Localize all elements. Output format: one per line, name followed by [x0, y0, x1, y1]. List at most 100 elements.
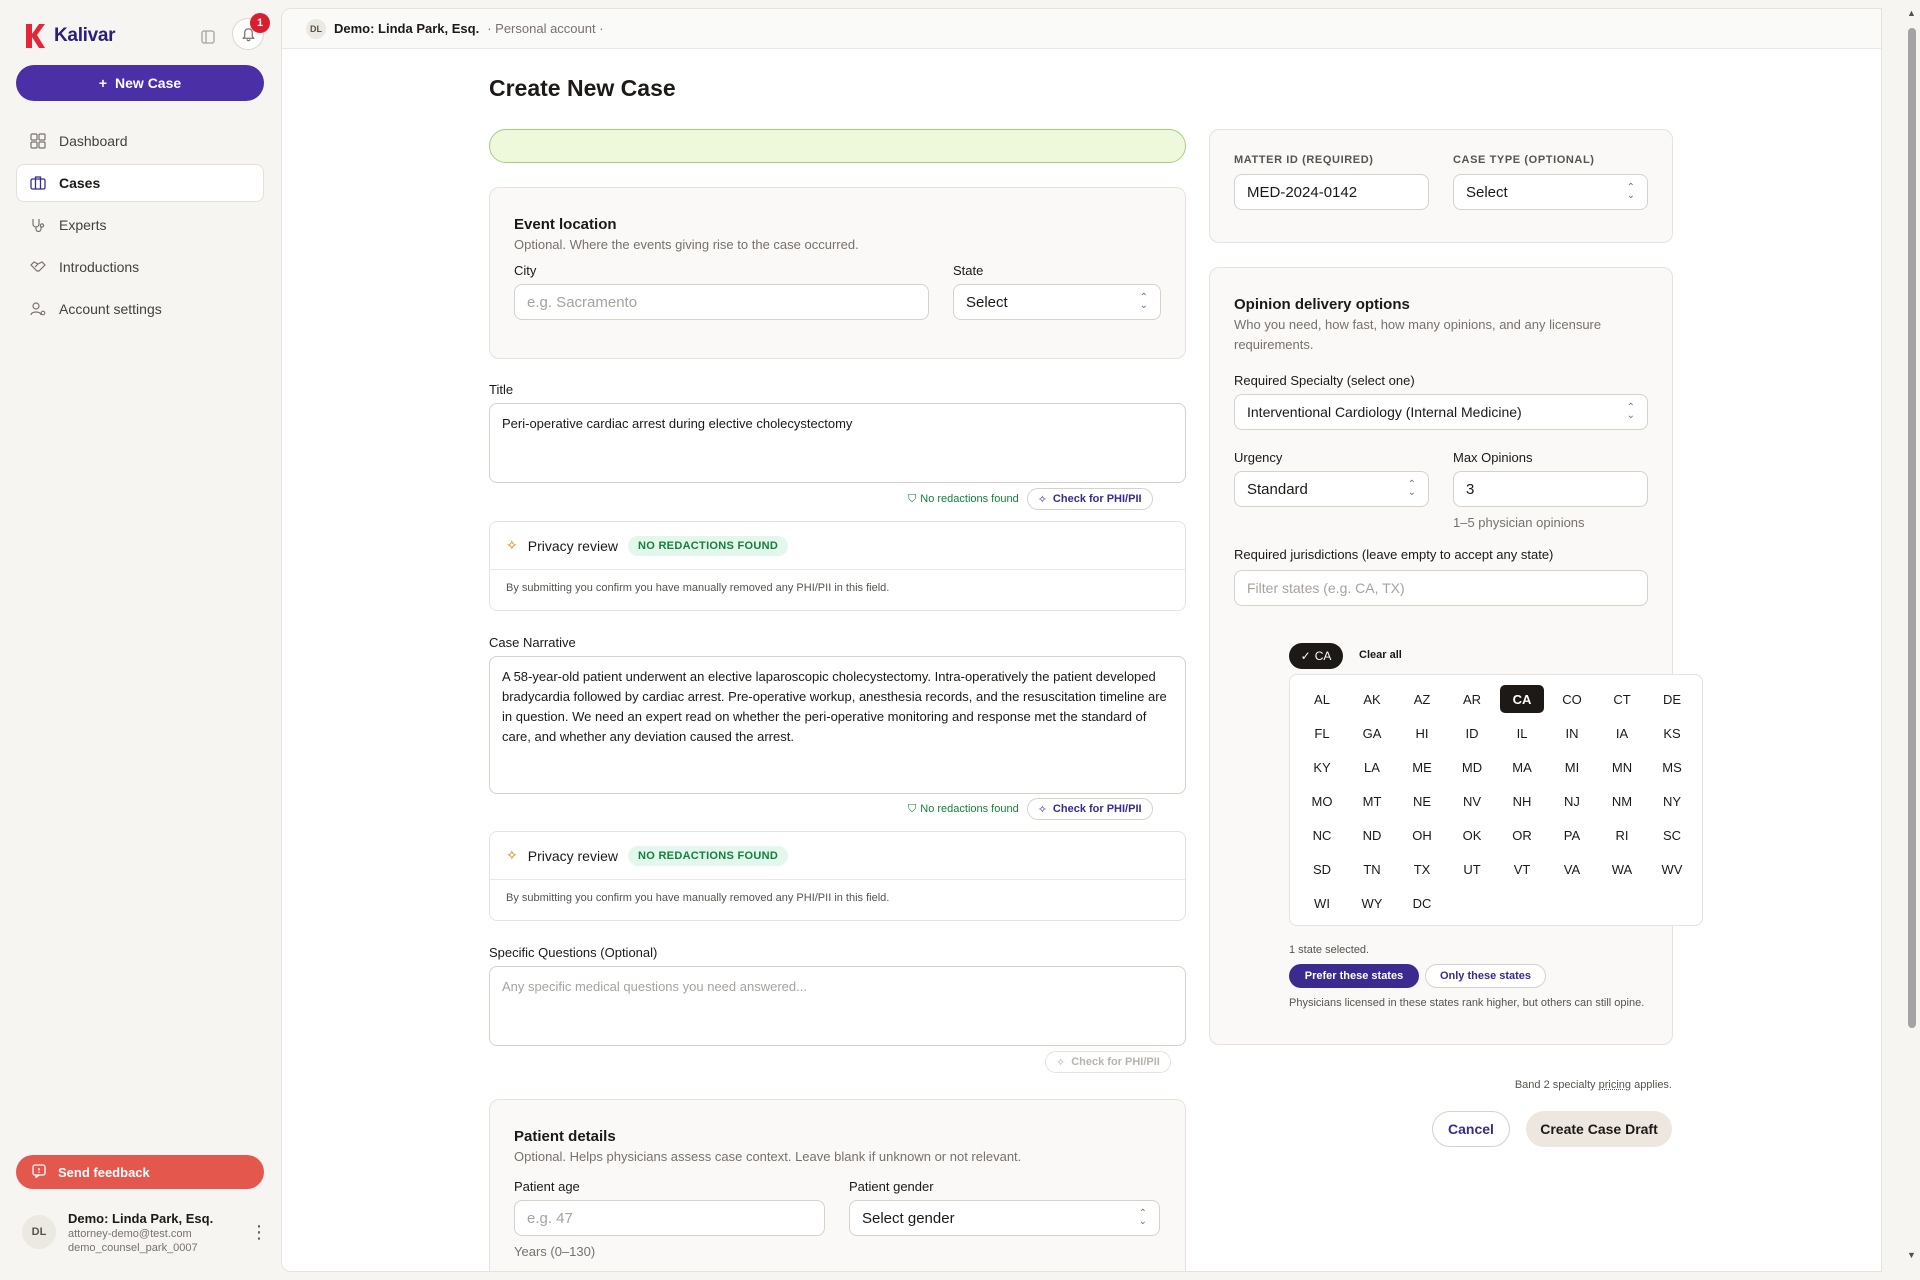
- urgency-select[interactable]: Standard ⌃ ⌄: [1234, 471, 1429, 507]
- notification-count-badge: 1: [250, 13, 270, 33]
- state-option-oh[interactable]: OH: [1400, 821, 1444, 849]
- state-option-mi[interactable]: MI: [1550, 753, 1594, 781]
- state-option-mo[interactable]: MO: [1300, 787, 1344, 815]
- questions-textarea[interactable]: Any specific medical questions you need …: [489, 966, 1186, 1046]
- state-option-az[interactable]: AZ: [1400, 685, 1444, 713]
- state-option-wi[interactable]: WI: [1300, 889, 1344, 917]
- state-option-wv[interactable]: WV: [1650, 855, 1694, 883]
- more-options-icon[interactable]: ⋮: [250, 1222, 268, 1243]
- state-option-il[interactable]: IL: [1500, 719, 1544, 747]
- state-option-sc[interactable]: SC: [1650, 821, 1694, 849]
- state-option-nv[interactable]: NV: [1450, 787, 1494, 815]
- chevron-updown-icon: ⌃ ⌄: [1407, 479, 1416, 498]
- state-option-id[interactable]: ID: [1450, 719, 1494, 747]
- check-phi-button[interactable]: ✧ Check for PHI/PII: [1045, 1051, 1171, 1073]
- state-option-nc[interactable]: NC: [1300, 821, 1344, 849]
- state-option-nj[interactable]: NJ: [1550, 787, 1594, 815]
- state-option-ut[interactable]: UT: [1450, 855, 1494, 883]
- state-option-in[interactable]: IN: [1550, 719, 1594, 747]
- state-option-nh[interactable]: NH: [1500, 787, 1544, 815]
- privacy-title: Privacy review: [527, 847, 618, 864]
- gender-select[interactable]: Select gender ⌃ ⌄: [849, 1200, 1160, 1236]
- state-option-dc[interactable]: DC: [1400, 889, 1444, 917]
- state-option-la[interactable]: LA: [1350, 753, 1394, 781]
- title-phi-row: ⛉ No redactions found ✧ Check for PHI/PII: [908, 488, 1153, 510]
- title-textarea[interactable]: Peri-operative cardiac arrest during ele…: [489, 403, 1186, 483]
- narrative-textarea[interactable]: A 58-year-old patient underwent an elect…: [489, 656, 1186, 794]
- state-option-de[interactable]: DE: [1650, 685, 1694, 713]
- chevron-updown-icon: ⌃ ⌄: [1626, 182, 1635, 201]
- scroll-thumb[interactable]: [1908, 28, 1916, 1028]
- sidebar-toggle-icon[interactable]: [197, 27, 219, 47]
- sidebar-item-cases[interactable]: Cases: [16, 164, 264, 202]
- status-badge: NO REDACTIONS FOUND: [627, 845, 789, 866]
- age-input[interactable]: e.g. 47: [514, 1200, 825, 1236]
- state-option-tn[interactable]: TN: [1350, 855, 1394, 883]
- state-option-ma[interactable]: MA: [1500, 753, 1544, 781]
- state-option-ks[interactable]: KS: [1650, 719, 1694, 747]
- state-option-ia[interactable]: IA: [1600, 719, 1644, 747]
- new-case-button[interactable]: + New Case: [16, 65, 264, 101]
- state-option-vt[interactable]: VT: [1500, 855, 1544, 883]
- state-option-ne[interactable]: NE: [1400, 787, 1444, 815]
- state-option-ga[interactable]: GA: [1350, 719, 1394, 747]
- matter-id-input[interactable]: MED-2024-0142: [1234, 174, 1429, 210]
- state-option-wy[interactable]: WY: [1350, 889, 1394, 917]
- check-phi-button[interactable]: ✧ Check for PHI/PII: [1026, 798, 1153, 820]
- state-option-ar[interactable]: AR: [1450, 685, 1494, 713]
- scroll-down-icon[interactable]: ▼: [1907, 1250, 1916, 1260]
- prefer-states-button[interactable]: Prefer these states: [1289, 964, 1419, 988]
- state-option-nd[interactable]: ND: [1350, 821, 1394, 849]
- state-option-md[interactable]: MD: [1450, 753, 1494, 781]
- state-option-ms[interactable]: MS: [1650, 753, 1694, 781]
- state-option-fl[interactable]: FL: [1300, 719, 1344, 747]
- state-option-ak[interactable]: AK: [1350, 685, 1394, 713]
- state-option-tx[interactable]: TX: [1400, 855, 1444, 883]
- only-states-button[interactable]: Only these states: [1425, 964, 1546, 988]
- sidebar-item-introductions[interactable]: Introductions: [16, 248, 264, 286]
- send-feedback-button[interactable]: Send feedback: [16, 1155, 264, 1189]
- city-input[interactable]: e.g. Sacramento: [514, 284, 929, 320]
- state-option-pa[interactable]: PA: [1550, 821, 1594, 849]
- state-option-ky[interactable]: KY: [1300, 753, 1344, 781]
- state-option-me[interactable]: ME: [1400, 753, 1444, 781]
- state-option-hi[interactable]: HI: [1400, 719, 1444, 747]
- check-phi-button[interactable]: ✧ Check for PHI/PII: [1026, 488, 1153, 510]
- state-option-nm[interactable]: NM: [1600, 787, 1644, 815]
- card-subtitle: Optional. Where the events giving rise t…: [514, 237, 859, 252]
- chevron-updown-icon: ⌃ ⌄: [1626, 402, 1635, 421]
- case-type-select[interactable]: Select ⌃ ⌄: [1453, 174, 1648, 210]
- state-option-mt[interactable]: MT: [1350, 787, 1394, 815]
- page-scrollbar[interactable]: ▲ ▼: [1906, 8, 1916, 1262]
- state-option-ri[interactable]: RI: [1600, 821, 1644, 849]
- scroll-up-icon[interactable]: ▲: [1907, 8, 1916, 18]
- state-option-sd[interactable]: SD: [1300, 855, 1344, 883]
- sidebar-item-account-settings[interactable]: Account settings: [16, 290, 264, 328]
- state-option-va[interactable]: VA: [1550, 855, 1594, 883]
- clear-all-link[interactable]: Clear all: [1359, 649, 1402, 661]
- state-option-wa[interactable]: WA: [1600, 855, 1644, 883]
- state-option-or[interactable]: OR: [1500, 821, 1544, 849]
- selected-state-chip[interactable]: ✓ CA: [1289, 643, 1343, 669]
- pricing-link[interactable]: pricing: [1599, 1079, 1631, 1091]
- sidebar-item-experts[interactable]: Experts: [16, 206, 264, 244]
- cancel-button[interactable]: Cancel: [1432, 1111, 1510, 1147]
- account-name[interactable]: Demo: Linda Park, Esq.: [334, 21, 479, 36]
- state-option-ny[interactable]: NY: [1650, 787, 1694, 815]
- state-option-co[interactable]: CO: [1550, 685, 1594, 713]
- max-opinions-input[interactable]: 3: [1453, 471, 1648, 507]
- age-label: Patient age: [514, 1179, 580, 1194]
- state-option-al[interactable]: AL: [1300, 685, 1344, 713]
- state-select[interactable]: Select ⌃ ⌄: [953, 284, 1161, 320]
- state-option-ct[interactable]: CT: [1600, 685, 1644, 713]
- brand[interactable]: Kalivar: [24, 22, 116, 50]
- state-option-mn[interactable]: MN: [1600, 753, 1644, 781]
- jurisdictions-filter-input[interactable]: Filter states (e.g. CA, TX): [1234, 570, 1648, 606]
- sidebar-item-dashboard[interactable]: Dashboard: [16, 122, 264, 160]
- state-option-ok[interactable]: OK: [1450, 821, 1494, 849]
- user-card[interactable]: DL Demo: Linda Park, Esq. attorney-demo@…: [22, 1204, 268, 1260]
- create-case-draft-button[interactable]: Create Case Draft: [1526, 1111, 1672, 1147]
- notifications-button[interactable]: 1: [232, 13, 270, 50]
- specialty-select[interactable]: Interventional Cardiology (Internal Medi…: [1234, 394, 1648, 430]
- state-option-ca[interactable]: CA: [1500, 685, 1544, 713]
